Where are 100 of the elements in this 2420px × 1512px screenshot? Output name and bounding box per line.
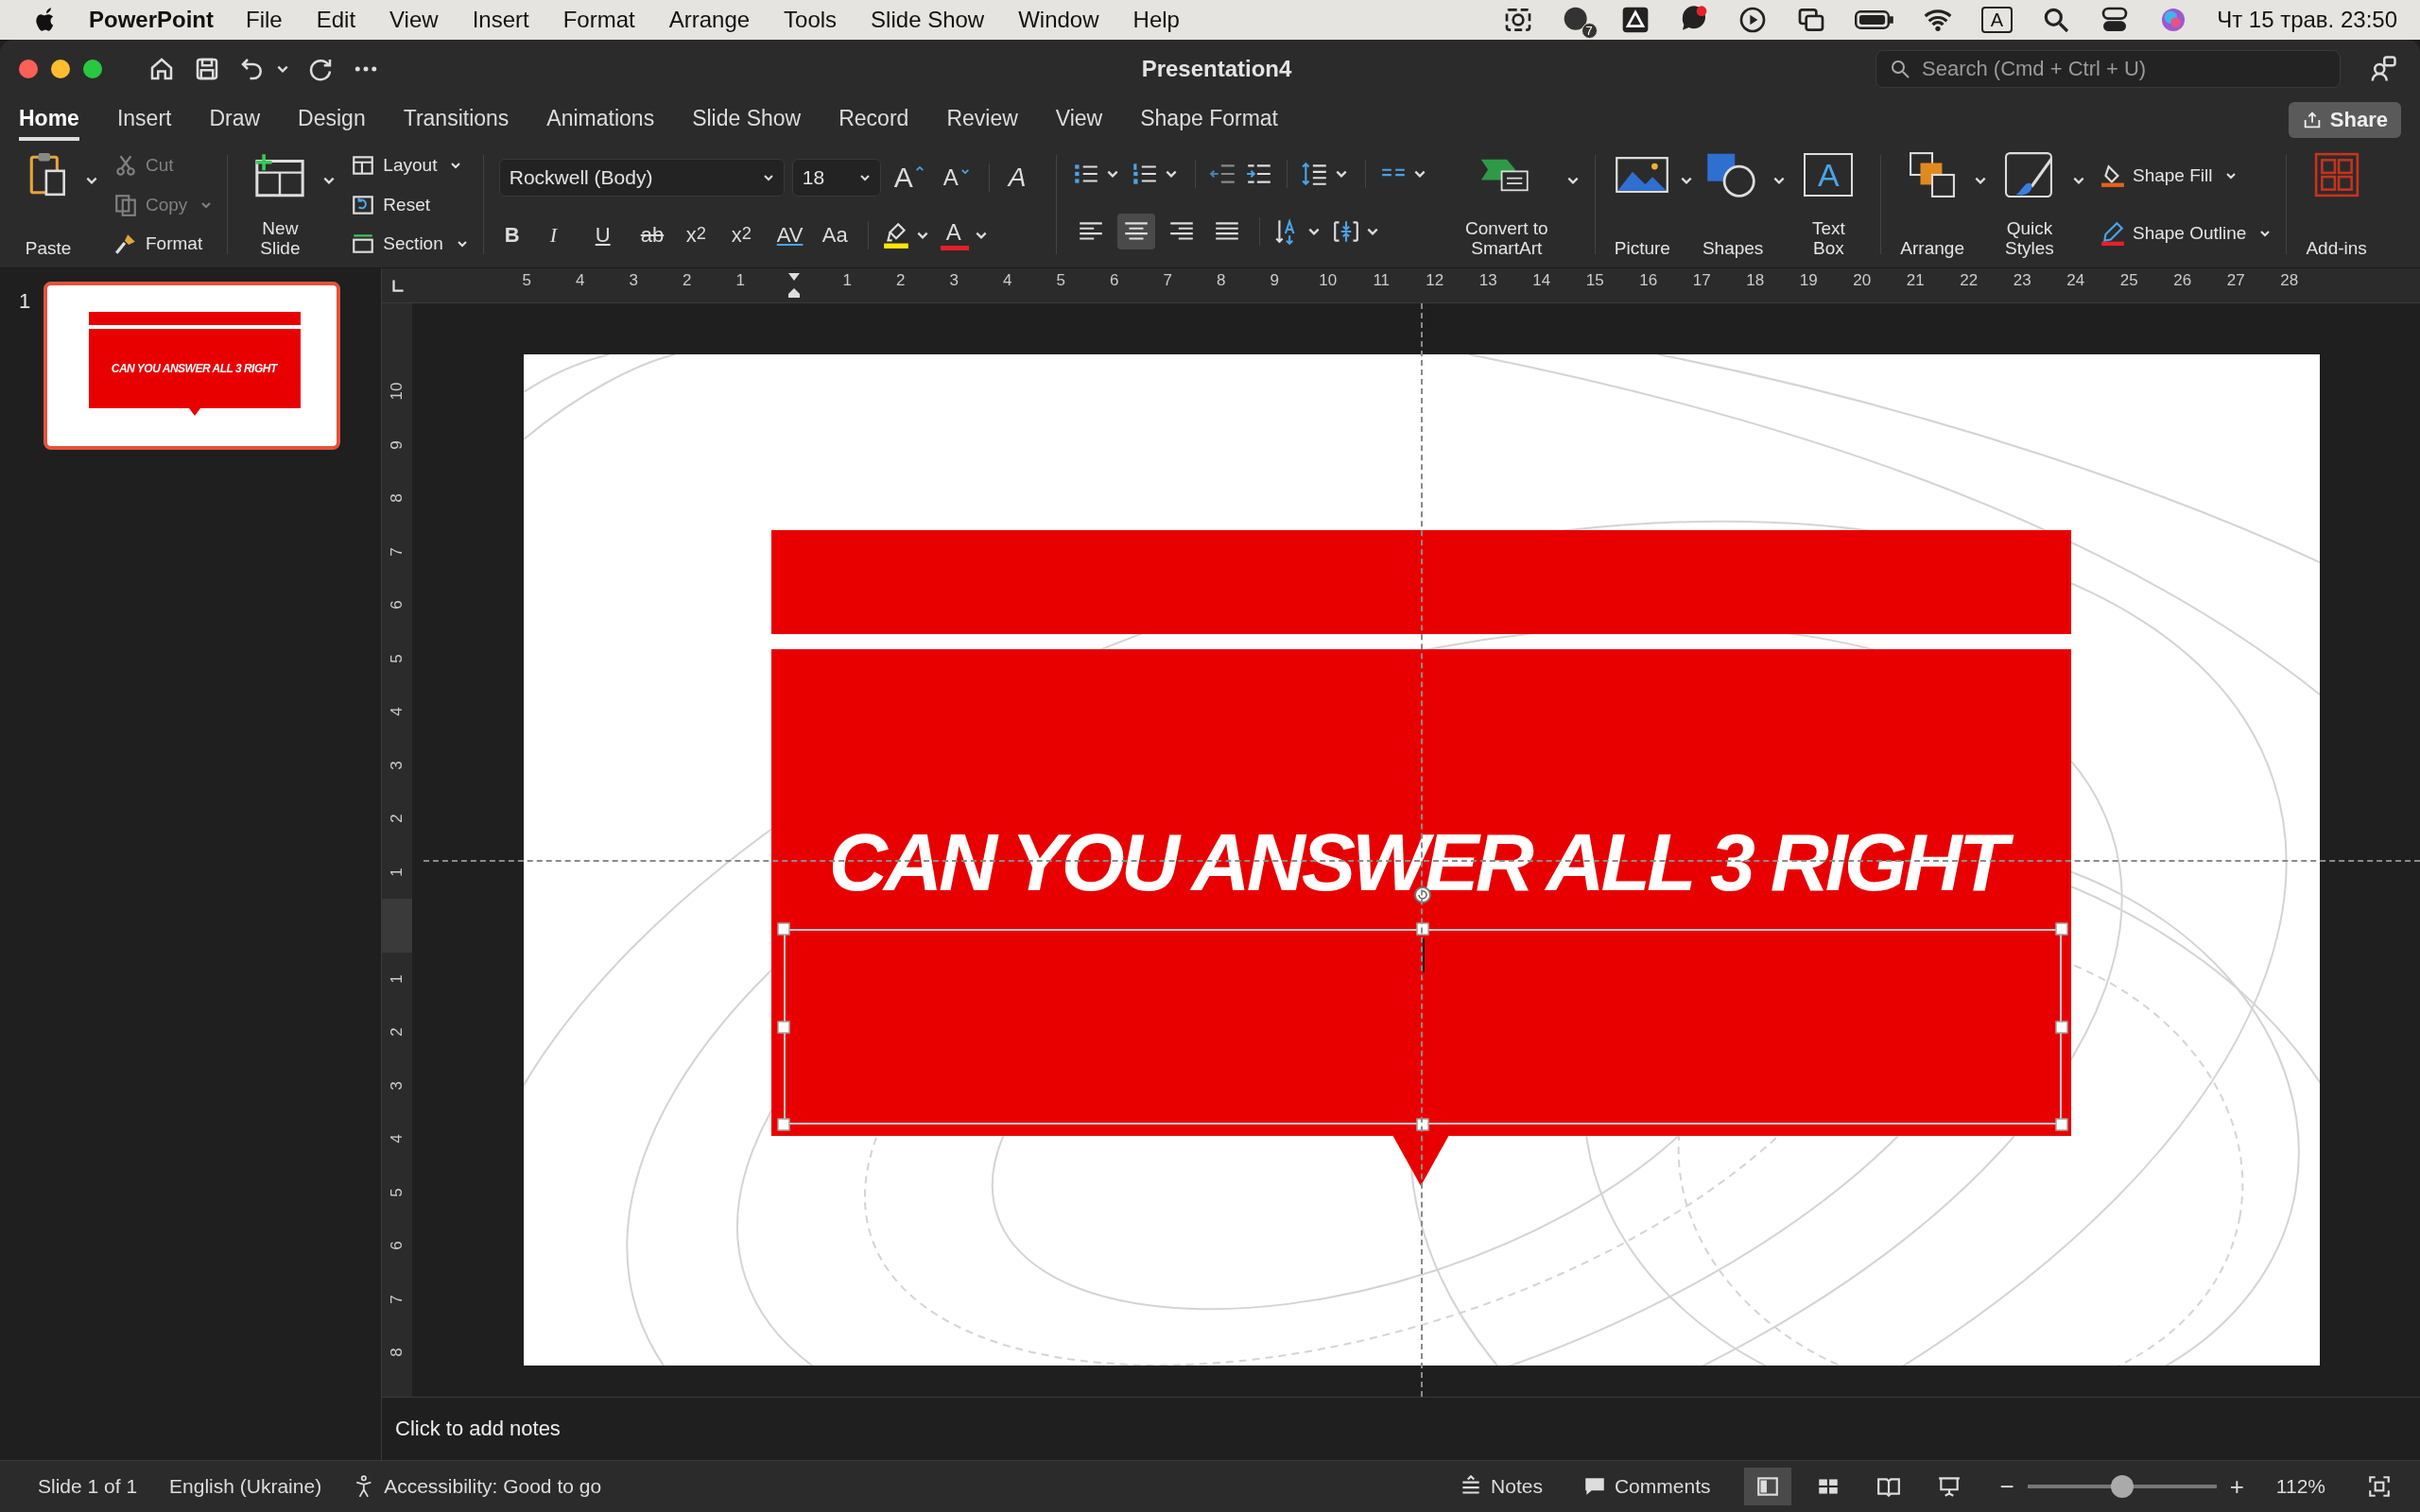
- font-style-button[interactable]: x$^{2}$: [680, 222, 718, 248]
- shape-outline-button[interactable]: Shape Outline: [2100, 220, 2272, 246]
- tab-stop-icon[interactable]: [389, 277, 406, 294]
- new-slide-button[interactable]: New Slide: [243, 147, 318, 262]
- font-style-button[interactable]: Aa: [816, 222, 855, 248]
- caret-icon[interactable]: [1306, 226, 1321, 236]
- close-button[interactable]: [19, 60, 38, 78]
- layout-button[interactable]: Layout: [351, 153, 468, 178]
- fit-to-window-icon[interactable]: [2367, 1474, 2392, 1499]
- resize-handle[interactable]: [2055, 1021, 2068, 1033]
- language-status[interactable]: English (Ukraine): [169, 1475, 322, 1498]
- caret-icon[interactable]: [1973, 176, 1987, 185]
- menu-item[interactable]: Arrange: [668, 7, 751, 33]
- menu-item[interactable]: Help: [1132, 7, 1180, 33]
- decrease-font-size-button[interactable]: A: [937, 164, 976, 191]
- quick-styles-button[interactable]: Quick Styles: [1992, 147, 2066, 262]
- format-painter-button[interactable]: Format: [113, 232, 213, 256]
- slide-thumbnail[interactable]: CAN YOU ANSWER ALL 3 RIGHT: [43, 282, 341, 450]
- comments-button[interactable]: Comments: [1576, 1473, 1717, 1500]
- caret-icon[interactable]: [1679, 176, 1693, 185]
- zoom-button[interactable]: [83, 60, 102, 78]
- reset-button[interactable]: Reset: [351, 192, 468, 217]
- font-color-button[interactable]: A: [940, 219, 969, 250]
- paste-button[interactable]: Paste: [17, 147, 79, 262]
- ribbon-tab[interactable]: Slide Show: [692, 99, 802, 141]
- ribbon-tab[interactable]: Record: [838, 99, 909, 141]
- input-source-indicator[interactable]: A: [1980, 7, 2014, 33]
- resize-handle[interactable]: [2055, 1118, 2068, 1131]
- zoom-in-button[interactable]: +: [2229, 1471, 2244, 1502]
- search-field[interactable]: Search (Cmd + Ctrl + U): [1876, 50, 2341, 88]
- text-box-button[interactable]: A Text Box: [1791, 147, 1866, 262]
- ribbon-tab[interactable]: View: [1055, 99, 1103, 141]
- menu-item[interactable]: View: [389, 7, 439, 33]
- menu-item[interactable]: Tools: [784, 7, 838, 33]
- notes-button[interactable]: Notes: [1453, 1473, 1548, 1500]
- shape-fill-button[interactable]: Shape Fill: [2100, 163, 2272, 189]
- caret-icon[interactable]: [2071, 176, 2085, 185]
- caret-icon[interactable]: [276, 64, 289, 74]
- caret-icon[interactable]: [322, 176, 337, 185]
- view-button[interactable]: [1744, 1468, 1792, 1505]
- caret-icon[interactable]: [974, 230, 988, 240]
- menu-item[interactable]: Insert: [472, 7, 529, 33]
- collaborate-icon[interactable]: [2369, 55, 2397, 83]
- callout-box[interactable]: [771, 649, 2071, 1136]
- picture-button[interactable]: Picture: [1610, 147, 1674, 262]
- notes-field[interactable]: Click to add notes: [395, 1417, 561, 1441]
- resize-handle[interactable]: [2055, 922, 2068, 936]
- menu-item[interactable]: Edit: [316, 7, 356, 33]
- resize-handle[interactable]: [1416, 922, 1429, 936]
- font-style-button[interactable]: B: [498, 222, 537, 248]
- align-button[interactable]: [1116, 213, 1155, 249]
- ribbon-tab[interactable]: Transitions: [403, 99, 510, 141]
- resize-handle[interactable]: [1416, 1118, 1429, 1131]
- ruler-marker[interactable]: [382, 899, 412, 953]
- menu-item[interactable]: Slide Show: [871, 7, 985, 33]
- highlighter-icon[interactable]: [881, 220, 910, 249]
- add-ins-button[interactable]: Add-ins: [2302, 147, 2371, 262]
- ribbon-tab[interactable]: Review: [946, 99, 1018, 141]
- caret-icon[interactable]: [1365, 226, 1379, 236]
- convert-to-smartart-button[interactable]: Convert to SmartArt: [1450, 147, 1563, 262]
- share-button[interactable]: Share: [2288, 102, 2401, 138]
- clock[interactable]: Чт 15 трав. 23:50: [2217, 7, 2397, 33]
- resize-handle[interactable]: [777, 1021, 790, 1033]
- resize-handle[interactable]: [777, 922, 790, 936]
- resize-handle[interactable]: [777, 1118, 790, 1131]
- ribbon-tab[interactable]: Draw: [209, 99, 261, 141]
- app-menu[interactable]: PowerPoint: [89, 7, 214, 33]
- zoom-out-button[interactable]: −: [1999, 1471, 2014, 1502]
- zoom-level[interactable]: 112%: [2275, 1475, 2325, 1498]
- ribbon-tab[interactable]: Insert: [116, 99, 172, 141]
- ribbon-tab[interactable]: Home: [19, 99, 79, 141]
- caret-icon[interactable]: [1164, 169, 1178, 180]
- ribbon-tab[interactable]: Design: [298, 99, 366, 141]
- font-dropdown[interactable]: Rockwell (Body): [498, 159, 785, 197]
- caret-icon[interactable]: [1334, 169, 1348, 180]
- font-style-button[interactable]: ab: [634, 222, 673, 248]
- font-style-button[interactable]: U: [589, 222, 628, 248]
- caret-icon[interactable]: [1105, 169, 1119, 180]
- indent-marker-icon[interactable]: [786, 271, 802, 300]
- menu-item[interactable]: Window: [1018, 7, 1099, 33]
- font-size-dropdown[interactable]: 18: [791, 159, 881, 197]
- ribbon-tab[interactable]: Shape Format: [1140, 99, 1278, 141]
- caret-icon[interactable]: [915, 230, 929, 240]
- ribbon-tab[interactable]: Animations: [546, 99, 655, 141]
- selected-text-box[interactable]: [784, 929, 2062, 1125]
- caret-icon[interactable]: [1412, 169, 1426, 180]
- shapes-button[interactable]: Shapes: [1698, 147, 1768, 262]
- caret-icon[interactable]: [1565, 176, 1580, 185]
- section-button[interactable]: Section: [351, 232, 468, 256]
- zoom-slider-thumb[interactable]: [2110, 1475, 2134, 1498]
- menu-item[interactable]: Format: [562, 7, 635, 33]
- font-style-button[interactable]: I: [544, 222, 582, 248]
- increase-font-size-button[interactable]: A: [888, 162, 930, 194]
- minimize-button[interactable]: [51, 60, 70, 78]
- menu-item[interactable]: File: [246, 7, 283, 33]
- callout-pointer[interactable]: [1392, 1135, 1449, 1186]
- slide[interactable]: CAN YOU ANSWER ALL 3 RIGHT: [524, 354, 2320, 1366]
- accessibility-status[interactable]: Accessibility: Good to go: [384, 1475, 602, 1498]
- caret-icon[interactable]: [1772, 176, 1787, 185]
- caret-icon[interactable]: [85, 176, 98, 185]
